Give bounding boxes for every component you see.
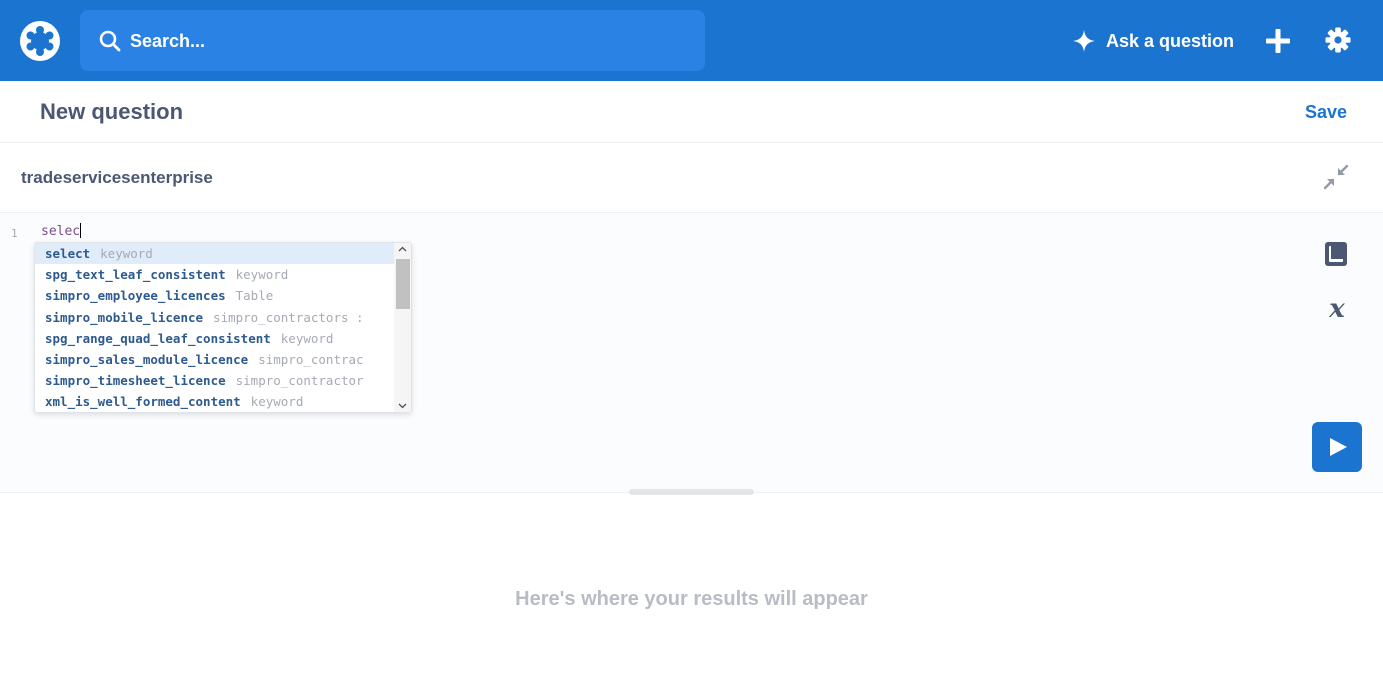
autocomplete-scrollbar[interactable] [394,243,411,412]
results-empty-message: Here's where your results will appear [515,588,868,610]
svg-text:x: x [1328,296,1345,322]
book-icon[interactable] [1324,241,1348,267]
page-title: New question [40,99,184,124]
collapse-icon[interactable] [1323,164,1349,190]
autocomplete-item[interactable]: simpro_sales_module_licence simpro_contra… [35,349,395,370]
autocomplete-item[interactable]: spg_range_quad_leaf_consistent keyword [35,328,395,349]
line-number: 1 [11,227,18,240]
gear-icon[interactable] [1325,27,1351,53]
global-search[interactable] [80,10,705,71]
plus-icon[interactable] [1264,27,1292,55]
run-query-button[interactable] [1312,422,1362,472]
code-text: selec [41,224,81,239]
database-name[interactable]: tradeservicesenterprise [21,168,213,188]
metabase-logo-icon[interactable] [20,21,60,61]
autocomplete-item[interactable]: simpro_mobile_licence simpro_contractors … [35,307,395,328]
top-navbar: Ask a question [0,0,1383,81]
autocomplete-popup[interactable]: select keyword spg_text_leaf_consistent ke… [34,242,412,413]
save-button[interactable]: Save [1305,102,1347,123]
editor-resize-handle[interactable] [629,489,754,495]
autocomplete-item[interactable]: simpro_timesheet_licence simpro_contracto… [35,370,395,391]
scroll-down-arrow-icon[interactable] [398,401,407,410]
search-icon [99,30,121,52]
sparkle-icon [1073,30,1095,52]
autocomplete-item[interactable]: select keyword [35,243,395,265]
variable-x-icon[interactable]: x [1324,296,1350,322]
database-bar: tradeservicesenterprise [0,143,1383,213]
autocomplete-item[interactable]: xml_is_well_formed_content keyword [35,391,395,412]
question-header: New question Save [0,81,1383,143]
ask-question-label: Ask a question [1106,30,1235,51]
autocomplete-item[interactable]: spg_text_leaf_consistent keyword [35,264,395,285]
search-input[interactable] [130,25,690,57]
play-icon [1330,438,1347,456]
ask-question-button[interactable]: Ask a question [1072,26,1234,56]
scroll-up-arrow-icon[interactable] [398,245,407,254]
code-line[interactable]: selec [41,223,82,239]
scrollbar-thumb[interactable] [396,259,410,309]
text-caret [80,223,82,238]
autocomplete-item[interactable]: simpro_employee_licences Table [35,285,395,306]
